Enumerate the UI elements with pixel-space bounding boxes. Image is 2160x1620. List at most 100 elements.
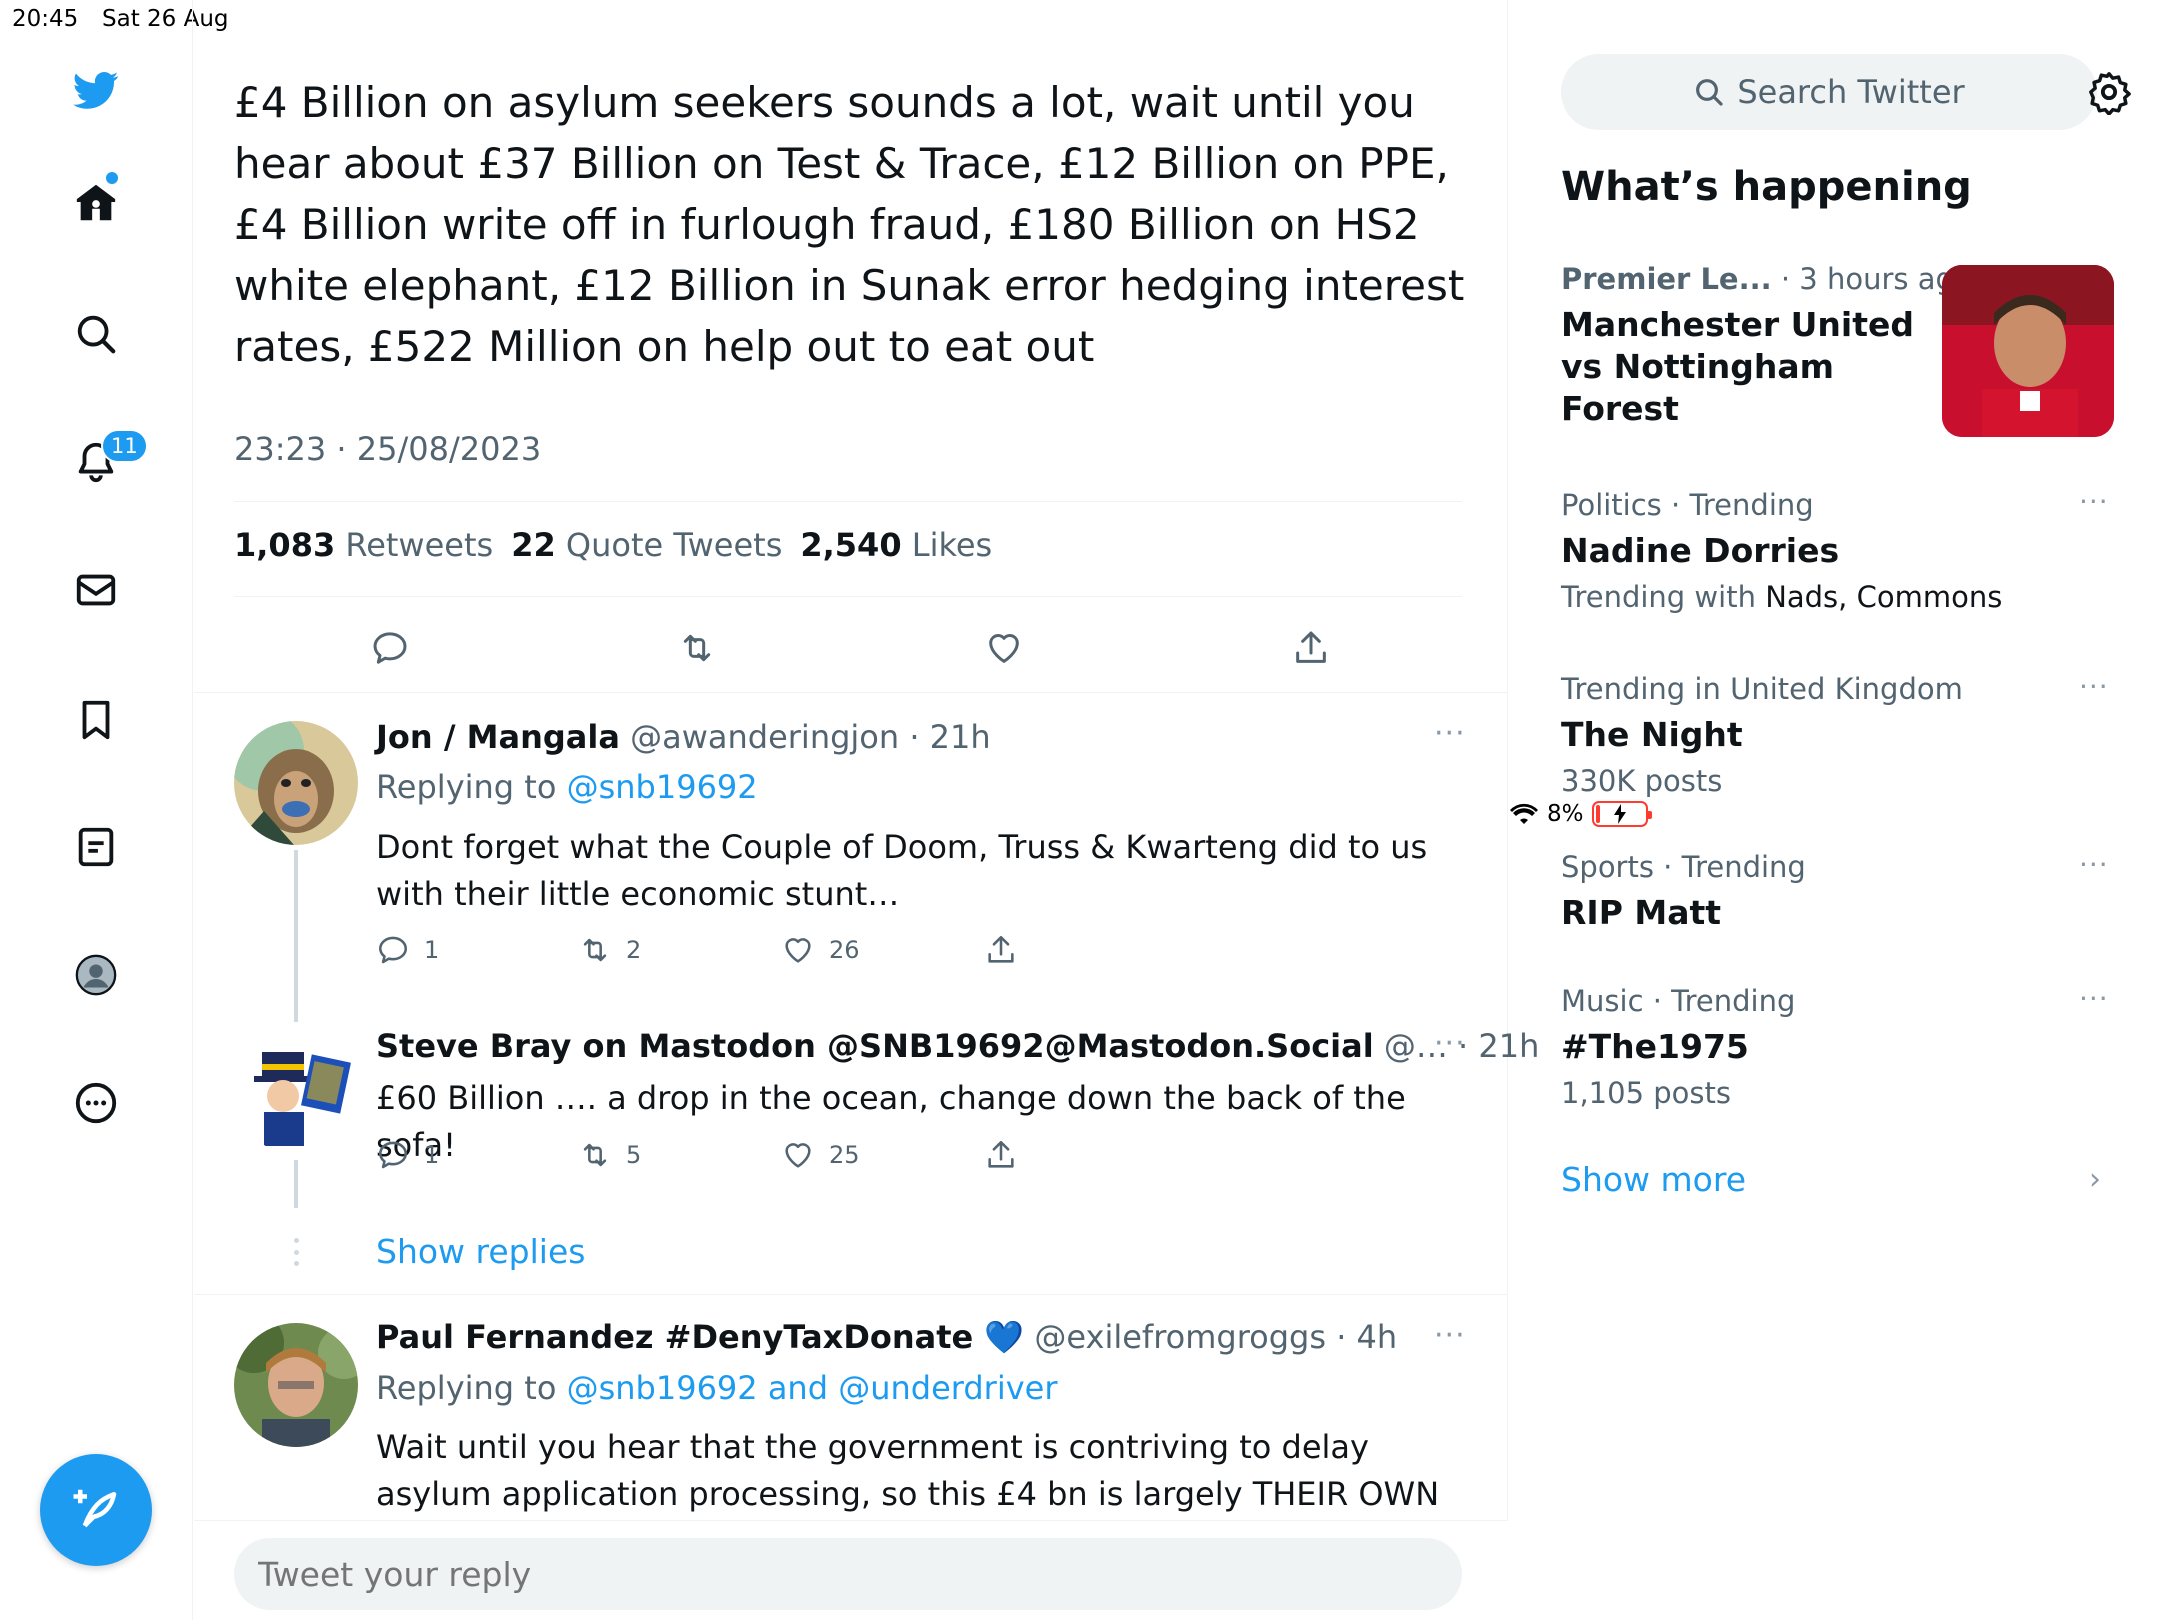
heart-icon bbox=[785, 1143, 811, 1168]
divider bbox=[194, 692, 1508, 693]
replying-to: Replying to @snb19692 bbox=[376, 768, 758, 806]
trend-item[interactable]: Sports · Trending RIP Matt bbox=[1561, 850, 2121, 934]
retweet-count: 5 bbox=[626, 1141, 642, 1169]
search-icon bbox=[1696, 79, 1723, 106]
share-button[interactable] bbox=[984, 1138, 1018, 1172]
thread-continuation-dots bbox=[292, 1238, 300, 1266]
trend-more-icon[interactable]: ··· bbox=[2079, 485, 2109, 518]
reply-count: 1 bbox=[424, 1141, 440, 1169]
retweets-stat[interactable]: 1,083 Retweets bbox=[234, 526, 493, 564]
trend-more-icon[interactable]: ··· bbox=[2079, 982, 2109, 1015]
messages-envelope-icon[interactable] bbox=[64, 558, 128, 622]
right-sidebar: Search Twitter What’s happening Premier … bbox=[1509, 0, 2160, 1620]
share-icon bbox=[988, 1140, 1014, 1168]
trend-more-icon[interactable]: ··· bbox=[2079, 848, 2109, 881]
trend-meta: Music · Trending bbox=[1561, 984, 1796, 1018]
like-button[interactable] bbox=[976, 620, 1032, 676]
lists-icon[interactable] bbox=[64, 815, 128, 879]
thread-line bbox=[294, 1160, 298, 1208]
reply-count: 1 bbox=[424, 936, 440, 964]
left-nav: 11 bbox=[0, 0, 193, 1620]
more-menu-icon[interactable]: ··· bbox=[1434, 1318, 1466, 1353]
author-name[interactable]: Steve Bray on Mastodon @SNB19692@Mastodo… bbox=[376, 1027, 1374, 1065]
bookmarks-icon[interactable] bbox=[64, 688, 128, 752]
author-name[interactable]: Paul Fernandez #DenyTaxDonate 💙 bbox=[376, 1318, 1024, 1356]
notifications-badge: 11 bbox=[101, 429, 148, 463]
tweet-text: £4 Billion on asylum seekers sounds a lo… bbox=[234, 78, 1465, 371]
tweet-reply-input[interactable] bbox=[234, 1538, 1462, 1610]
quote-tweets-stat[interactable]: 22 Quote Tweets bbox=[511, 526, 782, 564]
share-button[interactable] bbox=[984, 933, 1018, 967]
reply-button[interactable]: 1 bbox=[376, 933, 439, 967]
trend-subtitle: Trending with Nads, Commons bbox=[1561, 580, 2003, 614]
home-icon[interactable] bbox=[64, 171, 128, 235]
more-menu-icon[interactable]: ··· bbox=[1434, 1026, 1466, 1061]
replying-to: Replying to @snb19692 and @underdriver bbox=[376, 1369, 1058, 1407]
compose-tweet-button[interactable] bbox=[40, 1454, 152, 1566]
reply-text: Dont forget what the Couple of Doom, Tru… bbox=[376, 828, 1428, 913]
chevron-right-icon: › bbox=[2089, 1162, 2101, 1197]
share-button[interactable] bbox=[1283, 620, 1339, 676]
profile-avatar-icon[interactable] bbox=[64, 943, 128, 1007]
share-icon bbox=[1296, 631, 1326, 663]
trend-title: Manchester United vs Nottingham Forest bbox=[1561, 305, 1914, 428]
replying-to-link[interactable]: @snb19692 bbox=[567, 768, 758, 806]
whats-happening-heading: What’s happening bbox=[1561, 164, 1972, 210]
trend-subtitle: 330K posts bbox=[1561, 764, 1723, 798]
retweet-button[interactable] bbox=[669, 620, 725, 676]
trend-meta: Trending in United Kingdom bbox=[1561, 672, 1963, 706]
reply-icon bbox=[373, 632, 407, 664]
settings-gear-icon[interactable] bbox=[2079, 62, 2139, 122]
author-name[interactable]: Jon / Mangala bbox=[376, 718, 620, 756]
reply-composer-bar bbox=[194, 1520, 1508, 1620]
divider bbox=[194, 1294, 1508, 1295]
author-handle[interactable]: @awanderingjon · 21h bbox=[630, 718, 991, 756]
like-button[interactable]: 25 bbox=[781, 1138, 860, 1172]
replying-to-link[interactable]: @snb19692 and @underdriver bbox=[567, 1369, 1058, 1407]
show-more-link[interactable]: Show more bbox=[1561, 1160, 1746, 1199]
trend-subtitle: 1,105 posts bbox=[1561, 1076, 1731, 1110]
thread-line bbox=[294, 850, 298, 1022]
share-icon bbox=[988, 935, 1014, 963]
trend-title: #The1975 bbox=[1561, 1027, 1749, 1066]
avatar[interactable] bbox=[234, 1030, 358, 1154]
like-button[interactable]: 26 bbox=[781, 933, 860, 967]
tweet-action-bar bbox=[234, 620, 1462, 680]
divider bbox=[234, 596, 1462, 597]
home-unread-dot bbox=[106, 172, 118, 184]
reply-icon bbox=[378, 936, 408, 964]
trend-meta: Sports · Trending bbox=[1561, 850, 1806, 884]
retweet-button[interactable]: 5 bbox=[578, 1138, 641, 1172]
feather-plus-icon bbox=[73, 1489, 117, 1528]
search-twitter-field[interactable]: Search Twitter bbox=[1561, 54, 2097, 130]
heart-icon bbox=[989, 634, 1019, 663]
trend-meta: Politics · Trending bbox=[1561, 488, 1814, 522]
explore-search-icon[interactable] bbox=[64, 302, 128, 366]
reply-button[interactable] bbox=[362, 620, 418, 676]
trend-item[interactable]: Music · Trending #The1975 1,105 posts bbox=[1561, 984, 2121, 1110]
author-handle[interactable]: @exilefromgroggs · 4h bbox=[1034, 1318, 1397, 1356]
trend-title: RIP Matt bbox=[1561, 893, 1722, 932]
retweet-button[interactable]: 2 bbox=[578, 933, 641, 967]
likes-stat[interactable]: 2,540 Likes bbox=[800, 526, 992, 564]
trend-thumbnail[interactable] bbox=[1942, 265, 2114, 437]
like-count: 26 bbox=[829, 936, 860, 964]
twitter-logo-icon[interactable] bbox=[64, 58, 128, 122]
reply-button[interactable]: 1 bbox=[376, 1138, 439, 1172]
avatar[interactable] bbox=[234, 1323, 358, 1447]
more-menu-icon[interactable]: ··· bbox=[1434, 716, 1466, 751]
retweet-icon bbox=[683, 634, 711, 662]
trend-title: The Night bbox=[1561, 715, 1743, 754]
heart-icon bbox=[785, 938, 811, 963]
reply-header: Steve Bray on Mastodon @SNB19692@Mastodo… bbox=[376, 1027, 1539, 1065]
avatar[interactable] bbox=[234, 721, 358, 845]
trend-item[interactable]: Trending in United Kingdom The Night 330… bbox=[1561, 672, 2121, 798]
trend-title: Nadine Dorries bbox=[1561, 531, 1840, 570]
trend-more-icon[interactable]: ··· bbox=[2079, 670, 2109, 703]
trend-item[interactable]: Politics · Trending Nadine Dorries Trend… bbox=[1561, 488, 2121, 614]
tweet-timestamp[interactable]: 23:23 · 25/08/2023 bbox=[234, 430, 541, 468]
reply-icon bbox=[378, 1141, 408, 1169]
show-replies-link[interactable]: Show replies bbox=[376, 1232, 585, 1271]
more-options-icon[interactable] bbox=[64, 1071, 128, 1135]
reply-header: Jon / Mangala @awanderingjon · 21h bbox=[376, 718, 991, 756]
